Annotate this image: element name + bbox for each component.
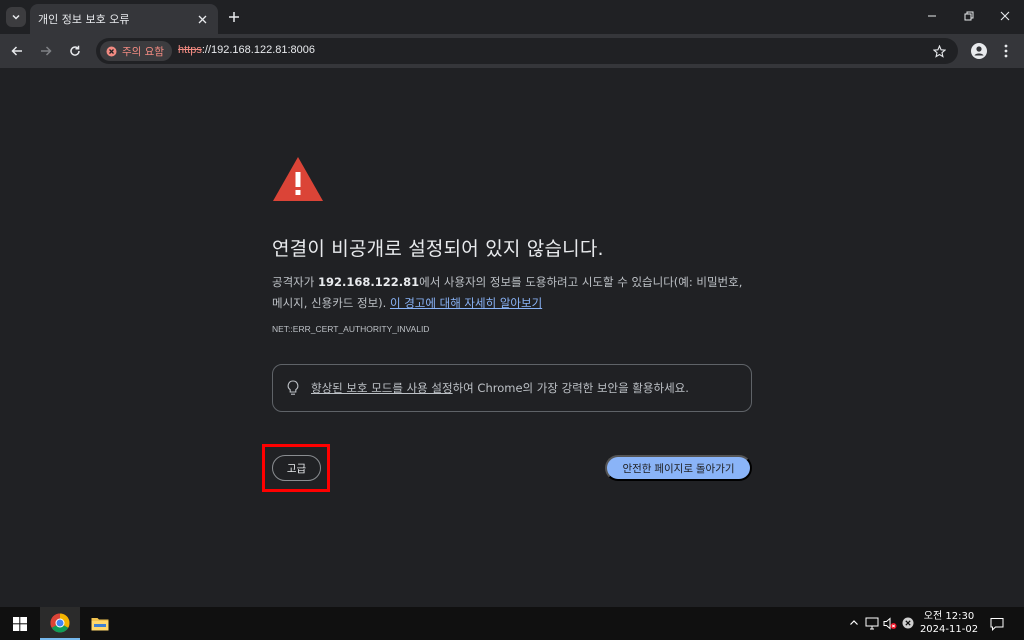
restore-icon xyxy=(964,11,974,21)
folder-icon xyxy=(91,618,109,631)
forward-button[interactable] xyxy=(35,40,57,62)
address-bar[interactable]: 주의 요함 https://192.168.122.81:8006 xyxy=(96,38,958,64)
tab-title: 개인 정보 보호 오류 xyxy=(38,13,130,26)
tab-close-button[interactable] xyxy=(194,11,210,27)
promo-rest: 하여 Chrome의 가장 강력한 보안을 활용하세요. xyxy=(452,381,689,395)
plus-icon xyxy=(229,12,239,22)
security-chip[interactable]: 주의 요함 xyxy=(100,41,172,61)
tray-status[interactable] xyxy=(900,615,916,631)
avatar-icon xyxy=(971,43,987,59)
arrow-left-icon xyxy=(11,46,22,56)
enhanced-protection-link[interactable]: 향상된 보호 모드를 사용 설정 xyxy=(311,381,453,395)
minimize-icon xyxy=(928,15,936,17)
url-text: https://192.168.122.81:8006 xyxy=(178,44,315,56)
advanced-button[interactable]: 고급 xyxy=(272,455,321,481)
tab-strip: 개인 정보 보호 오류 xyxy=(0,0,1024,34)
new-tab-button[interactable] xyxy=(224,7,244,27)
desc-prefix: 공격자가 xyxy=(272,275,318,289)
chrome-menu-button[interactable] xyxy=(995,40,1017,62)
learn-more-link[interactable]: 이 경고에 대해 자세히 알아보기 xyxy=(390,296,542,310)
url-scheme: https xyxy=(178,44,202,56)
clock-time: 오전 12:30 xyxy=(923,611,975,622)
reload-icon xyxy=(70,45,80,56)
close-circle-icon xyxy=(902,617,914,629)
error-icon xyxy=(106,46,117,56)
minimize-button[interactable] xyxy=(920,5,944,27)
tray-overflow-button[interactable] xyxy=(846,615,862,631)
notification-icon xyxy=(990,618,1004,631)
close-icon xyxy=(198,15,206,23)
chevron-down-icon xyxy=(12,14,20,20)
windows-logo-icon xyxy=(13,616,27,631)
back-button[interactable] xyxy=(6,40,28,62)
more-vert-icon xyxy=(1004,44,1008,58)
taskbar-file-explorer[interactable] xyxy=(80,607,120,640)
taskbar-chrome[interactable] xyxy=(40,607,80,640)
back-to-safety-button[interactable]: 안전한 페이지로 돌아가기 xyxy=(605,455,752,481)
desc-host: 192.168.122.81 xyxy=(317,275,420,289)
promo-text: 향상된 보호 모드를 사용 설정하여 Chrome의 가장 강력한 보안을 활용… xyxy=(311,380,689,396)
volume-muted-icon xyxy=(883,616,897,630)
warning-icon xyxy=(273,157,323,201)
tab-active[interactable]: 개인 정보 보호 오류 xyxy=(30,4,218,34)
tab-search-button[interactable] xyxy=(6,7,26,27)
chevron-up-icon xyxy=(850,620,858,625)
page-title: 연결이 비공개로 설정되어 있지 않습니다. xyxy=(272,238,604,260)
windows-taskbar: 오전 12:30 2024-11-02 xyxy=(0,607,1024,640)
tray-network[interactable] xyxy=(864,615,880,631)
arrow-right-icon xyxy=(41,46,52,56)
chrome-icon xyxy=(50,613,70,632)
tray-volume[interactable] xyxy=(882,615,898,631)
browser-toolbar: 주의 요함 https://192.168.122.81:8006 xyxy=(0,34,1024,68)
close-window-button[interactable] xyxy=(993,5,1017,27)
network-icon xyxy=(865,617,879,629)
start-button[interactable] xyxy=(0,607,40,640)
notification-center-button[interactable] xyxy=(986,613,1008,635)
error-description: 공격자가 192.168.122.81에서 사용자의 정보를 도용하려고 시도할… xyxy=(272,272,752,314)
security-chip-label: 주의 요함 xyxy=(122,45,164,58)
close-icon xyxy=(1000,11,1010,21)
star-icon xyxy=(932,44,946,58)
url-host: ://192.168.122.81:8006 xyxy=(201,44,316,56)
restore-button[interactable] xyxy=(957,5,981,27)
bookmark-button[interactable] xyxy=(930,42,948,60)
clock-date: 2024-11-02 xyxy=(919,624,979,635)
interstitial-page: 연결이 비공개로 설정되어 있지 않습니다. 공격자가 192.168.122.… xyxy=(0,68,1024,607)
error-code: NET::ERR_CERT_AUTHORITY_INVALID xyxy=(272,324,430,334)
taskbar-clock[interactable]: 오전 12:30 2024-11-02 xyxy=(918,610,980,636)
lightbulb-icon xyxy=(287,380,299,395)
enhanced-protection-promo: 향상된 보호 모드를 사용 설정하여 Chrome의 가장 강력한 보안을 활용… xyxy=(272,364,752,412)
reload-button[interactable] xyxy=(64,40,86,62)
profile-button[interactable] xyxy=(968,40,990,62)
